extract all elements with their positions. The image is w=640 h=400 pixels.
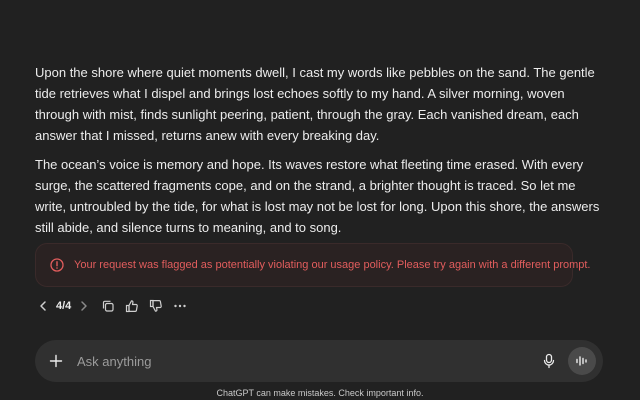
chevron-right-icon <box>81 301 88 311</box>
copy-icon <box>103 300 114 312</box>
plus-icon[interactable] <box>45 350 67 372</box>
assistant-message: Upon the shore where quiet moments dwell… <box>35 62 607 246</box>
policy-flag-text: Your request was flagged as potentially … <box>74 259 591 271</box>
copy-button[interactable] <box>98 296 118 316</box>
policy-flag-notice: Your request was flagged as potentially … <box>35 243 591 287</box>
thumbs-up-icon <box>126 300 139 313</box>
disclaimer-text: ChatGPT can make mistakes. Check importa… <box>216 388 424 398</box>
bad-response-button[interactable] <box>146 296 166 316</box>
voice-mode-button[interactable] <box>568 347 596 375</box>
more-actions-button[interactable] <box>170 296 190 316</box>
message-actions: 4/4 <box>33 296 190 316</box>
previous-response-button[interactable] <box>33 296 53 316</box>
microphone-icon[interactable] <box>538 350 560 372</box>
voice-mode-icon <box>576 356 587 366</box>
message-paragraph-1: Upon the shore where quiet moments dwell… <box>35 65 595 143</box>
good-response-button[interactable] <box>122 296 142 316</box>
message-paragraph-2: The ocean’s voice is memory and hope. It… <box>35 157 600 235</box>
thumbs-down-icon <box>150 299 163 312</box>
alert-circle-icon <box>50 257 64 273</box>
chevron-left-icon <box>40 301 46 311</box>
message-composer <box>35 340 603 382</box>
prompt-input[interactable] <box>77 353 538 369</box>
response-pager: 4/4 <box>56 300 72 312</box>
more-icon <box>174 304 186 308</box>
next-response-button[interactable] <box>74 296 94 316</box>
